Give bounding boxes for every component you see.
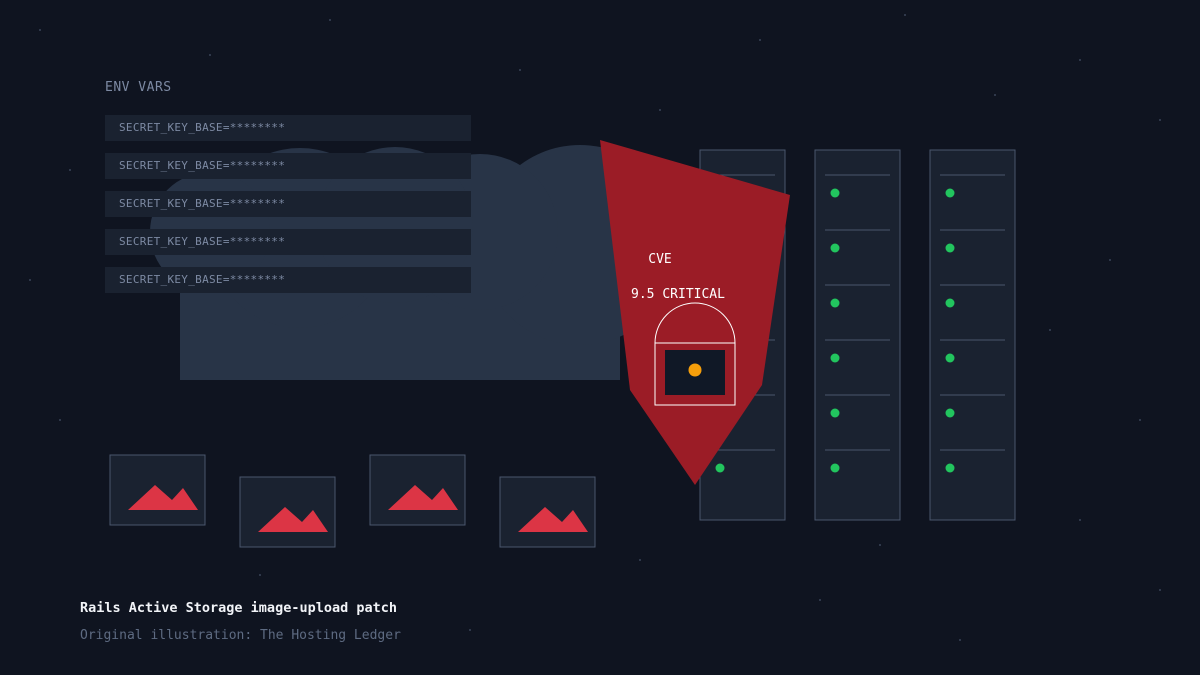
server-rack-icon bbox=[814, 149, 901, 521]
status-dot-icon bbox=[945, 188, 955, 198]
cve-severity: 9.5 CRITICAL bbox=[631, 287, 725, 302]
image-thumbnail bbox=[239, 476, 336, 548]
status-dot-icon bbox=[830, 408, 840, 418]
status-dot-icon bbox=[830, 243, 840, 253]
status-dot-icon bbox=[945, 353, 955, 363]
status-dot-icon bbox=[830, 298, 840, 308]
env-vars-title: ENV VARS bbox=[105, 80, 172, 95]
env-var-row: SECRET_KEY_BASE=******** bbox=[105, 191, 471, 217]
image-thumbnail bbox=[499, 476, 596, 548]
env-var-row: SECRET_KEY_BASE=******** bbox=[105, 229, 471, 255]
keyhole-dot bbox=[688, 363, 702, 377]
image-thumbnail bbox=[369, 454, 466, 526]
env-var-row: SECRET_KEY_BASE=******** bbox=[105, 115, 471, 141]
status-dot-icon bbox=[830, 188, 840, 198]
server-rack-icon bbox=[929, 149, 1016, 521]
status-dot-icon bbox=[830, 353, 840, 363]
image-thumbnail bbox=[109, 454, 206, 526]
status-dot-icon bbox=[715, 463, 725, 473]
status-dot-icon bbox=[945, 298, 955, 308]
status-dot-icon bbox=[945, 463, 955, 473]
status-dot-icon bbox=[830, 463, 840, 473]
caption-title: Rails Active Storage image-upload patch bbox=[80, 600, 397, 616]
env-var-row: SECRET_KEY_BASE=******** bbox=[105, 267, 471, 293]
cloud-icon bbox=[150, 145, 680, 380]
status-dot-icon bbox=[945, 243, 955, 253]
cve-label: CVE bbox=[648, 252, 671, 267]
caption-credit: Original illustration: The Hosting Ledge… bbox=[80, 628, 401, 643]
status-dot-icon bbox=[945, 408, 955, 418]
env-var-row: SECRET_KEY_BASE=******** bbox=[105, 153, 471, 179]
illustration-canvas: CVE 9.5 CRITICAL bbox=[29, 14, 1161, 641]
